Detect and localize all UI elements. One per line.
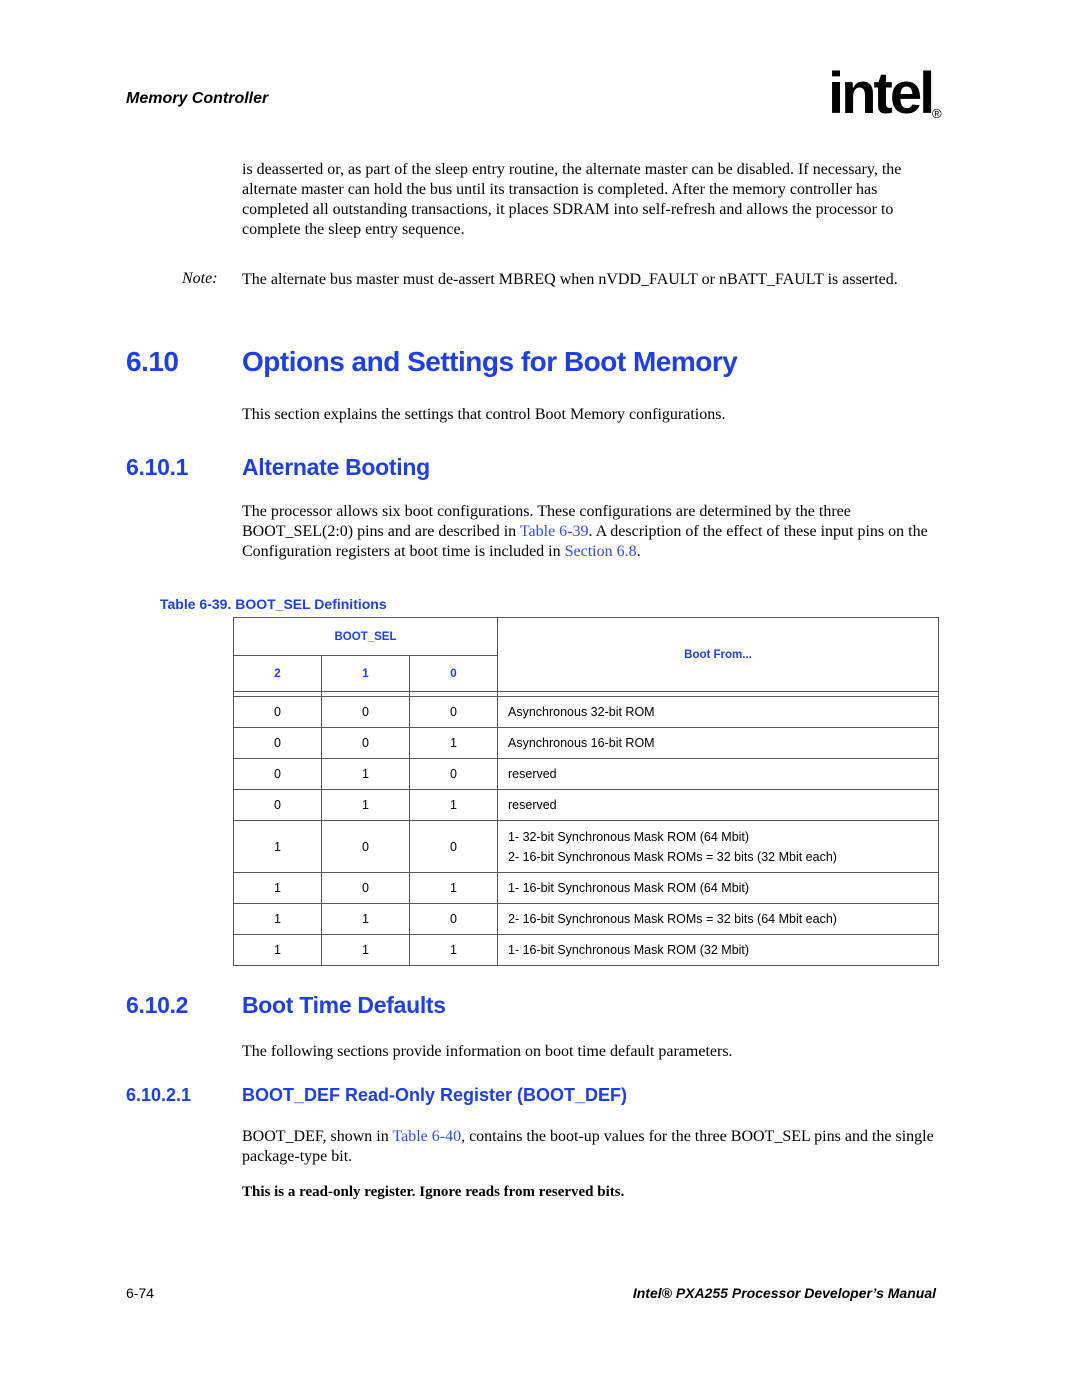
logo-wordmark: intel <box>828 61 935 126</box>
table-caption: Table 6-39. BOOT_SEL Definitions <box>160 596 387 612</box>
section-title: Boot Time Defaults <box>242 992 446 1018</box>
boot-from-line: reserved <box>508 798 557 812</box>
table-row: 0 0 0 Asynchronous 32-bit ROM <box>233 696 939 728</box>
table-6-39-link[interactable]: Table 6-39 <box>520 523 589 540</box>
read-only-note: This is a read-only register. Ignore rea… <box>242 1184 625 1200</box>
section-heading-6-10: 6.10 Options and Settings for Boot Memory <box>126 346 738 378</box>
bit-cell-b0: 1 <box>409 934 498 966</box>
bit-cell-b0: 1 <box>409 789 498 821</box>
section-heading-6-10-1: 6.10.1 Alternate Booting <box>126 454 430 481</box>
manual-title: Intel® PXA255 Processor Developer’s Manu… <box>632 1285 936 1301</box>
section-title: Options and Settings for Boot Memory <box>242 346 738 377</box>
header-boot-sel: BOOT_SEL <box>233 617 498 656</box>
bit-cell-b2: 0 <box>233 758 322 790</box>
registered-mark-icon: ® <box>932 106 942 121</box>
bit-cell-b1: 1 <box>321 934 410 966</box>
section-number: 6.10.2 <box>126 992 189 1018</box>
bit-cell-b2: 1 <box>233 934 322 966</box>
table-row: 1 1 0 2- 16-bit Synchronous Mask ROMs = 32 … <box>233 903 939 935</box>
bit-cell-b0: 1 <box>409 727 498 759</box>
section-number: 6.10.2.1 <box>126 1085 192 1105</box>
bit-cell-b2: 0 <box>233 696 322 728</box>
running-head: Memory Controller <box>126 90 269 107</box>
boot-from-line: 2- 16-bit Synchronous Mask ROMs = 32 bit… <box>508 912 837 926</box>
section-heading-6-10-2-1: 6.10.2.1 BOOT_DEF Read-Only Register (BOO… <box>126 1085 627 1106</box>
text-part: BOOT_DEF, shown in <box>242 1128 393 1145</box>
intro-paragraph: is deasserted or, as part of the sleep e… <box>242 161 902 238</box>
bit-cell-b0: 0 <box>409 820 498 873</box>
bit-cell-b2: 1 <box>233 903 322 935</box>
section-number: 6.10 <box>126 346 179 377</box>
bit-cell-b1: 0 <box>321 872 410 904</box>
text-part: . <box>636 543 641 560</box>
table-row: 0 0 1 Asynchronous 16-bit ROM <box>233 727 939 759</box>
bit-cell-b0: 0 <box>409 903 498 935</box>
header-bit-1: 1 <box>321 655 410 692</box>
bit-cell-b0: 0 <box>409 696 498 728</box>
boot-from-line: reserved <box>508 767 557 781</box>
section-6-10-1-text: The processor allows six boot configurat… <box>242 502 942 562</box>
boot-from-cell: 2- 16-bit Synchronous Mask ROMs = 32 bit… <box>497 903 939 935</box>
table-row: 0 1 1 reserved <box>233 789 939 821</box>
intel-logo: intel ® <box>828 62 948 132</box>
bit-cell-b1: 0 <box>321 820 410 873</box>
table-row: 1 0 0 1- 32-bit Synchronous Mask ROM (64 Mb… <box>233 820 939 873</box>
bit-cell-b1: 0 <box>321 727 410 759</box>
section-6-10-2-1-text: BOOT_DEF, shown in Table 6-40, contains … <box>242 1127 942 1167</box>
boot-from-cell: 1- 32-bit Synchronous Mask ROM (64 Mbit)… <box>497 820 939 873</box>
section-heading-6-10-2: 6.10.2 Boot Time Defaults <box>126 992 446 1019</box>
bit-cell-b2: 1 <box>233 872 322 904</box>
bit-cell-b0: 0 <box>409 758 498 790</box>
boot-from-line: Asynchronous 32-bit ROM <box>508 705 655 719</box>
boot-sel-table: BOOT_SEL Boot From... 2 1 0 0 0 0 Asynchron… <box>233 617 939 966</box>
boot-from-cell: reserved <box>497 789 939 821</box>
note-label: Note: <box>182 270 218 287</box>
table-row: 1 0 1 1- 16-bit Synchronous Mask ROM (64 Mb… <box>233 872 939 904</box>
bit-cell-b1: 1 <box>321 789 410 821</box>
boot-from-cell: Asynchronous 32-bit ROM <box>497 696 939 728</box>
boot-from-line: 1- 16-bit Synchronous Mask ROM (64 Mbit) <box>508 881 750 895</box>
boot-from-line: 2- 16-bit Synchronous Mask ROMs = 32 bit… <box>508 849 837 864</box>
bit-cell-b0: 1 <box>409 872 498 904</box>
section-title: Alternate Booting <box>242 454 430 480</box>
boot-from-cell: 1- 16-bit Synchronous Mask ROM (32 Mbit) <box>497 934 939 966</box>
header-bit-0: 0 <box>409 655 498 692</box>
boot-from-cell: 1- 16-bit Synchronous Mask ROM (64 Mbit) <box>497 872 939 904</box>
header-boot-from: Boot From... <box>497 617 939 692</box>
section-6-10-2-text: The following sections provide informati… <box>242 1043 733 1060</box>
boot-from-line: 1- 16-bit Synchronous Mask ROM (32 Mbit) <box>508 943 750 957</box>
boot-from-cell: Asynchronous 16-bit ROM <box>497 727 939 759</box>
section-title: BOOT_DEF Read-Only Register (BOOT_DEF) <box>242 1085 628 1105</box>
boot-from-line: Asynchronous 16-bit ROM <box>508 736 655 750</box>
section-6-8-link[interactable]: Section 6.8 <box>565 543 637 560</box>
bit-cell-b1: 0 <box>321 696 410 728</box>
table-row: 1 1 1 1- 16-bit Synchronous Mask ROM (32 Mb… <box>233 934 939 966</box>
boot-from-cell: reserved <box>497 758 939 790</box>
bit-cell-b2: 0 <box>233 789 322 821</box>
header-bit-2: 2 <box>233 655 322 692</box>
page-number: 6-74 <box>126 1285 155 1301</box>
note-text: The alternate bus master must de-assert … <box>242 271 898 288</box>
table-row: 0 1 0 reserved <box>233 758 939 790</box>
bit-cell-b1: 1 <box>321 903 410 935</box>
bit-cell-b2: 0 <box>233 727 322 759</box>
section-number: 6.10.1 <box>126 454 189 480</box>
boot-from-line: 1- 32-bit Synchronous Mask ROM (64 Mbit) <box>508 829 750 844</box>
section-6-10-text: This section explains the settings that … <box>242 406 726 423</box>
bit-cell-b1: 1 <box>321 758 410 790</box>
bit-cell-b2: 1 <box>233 820 322 873</box>
table-6-40-link[interactable]: Table 6-40 <box>392 1128 461 1145</box>
